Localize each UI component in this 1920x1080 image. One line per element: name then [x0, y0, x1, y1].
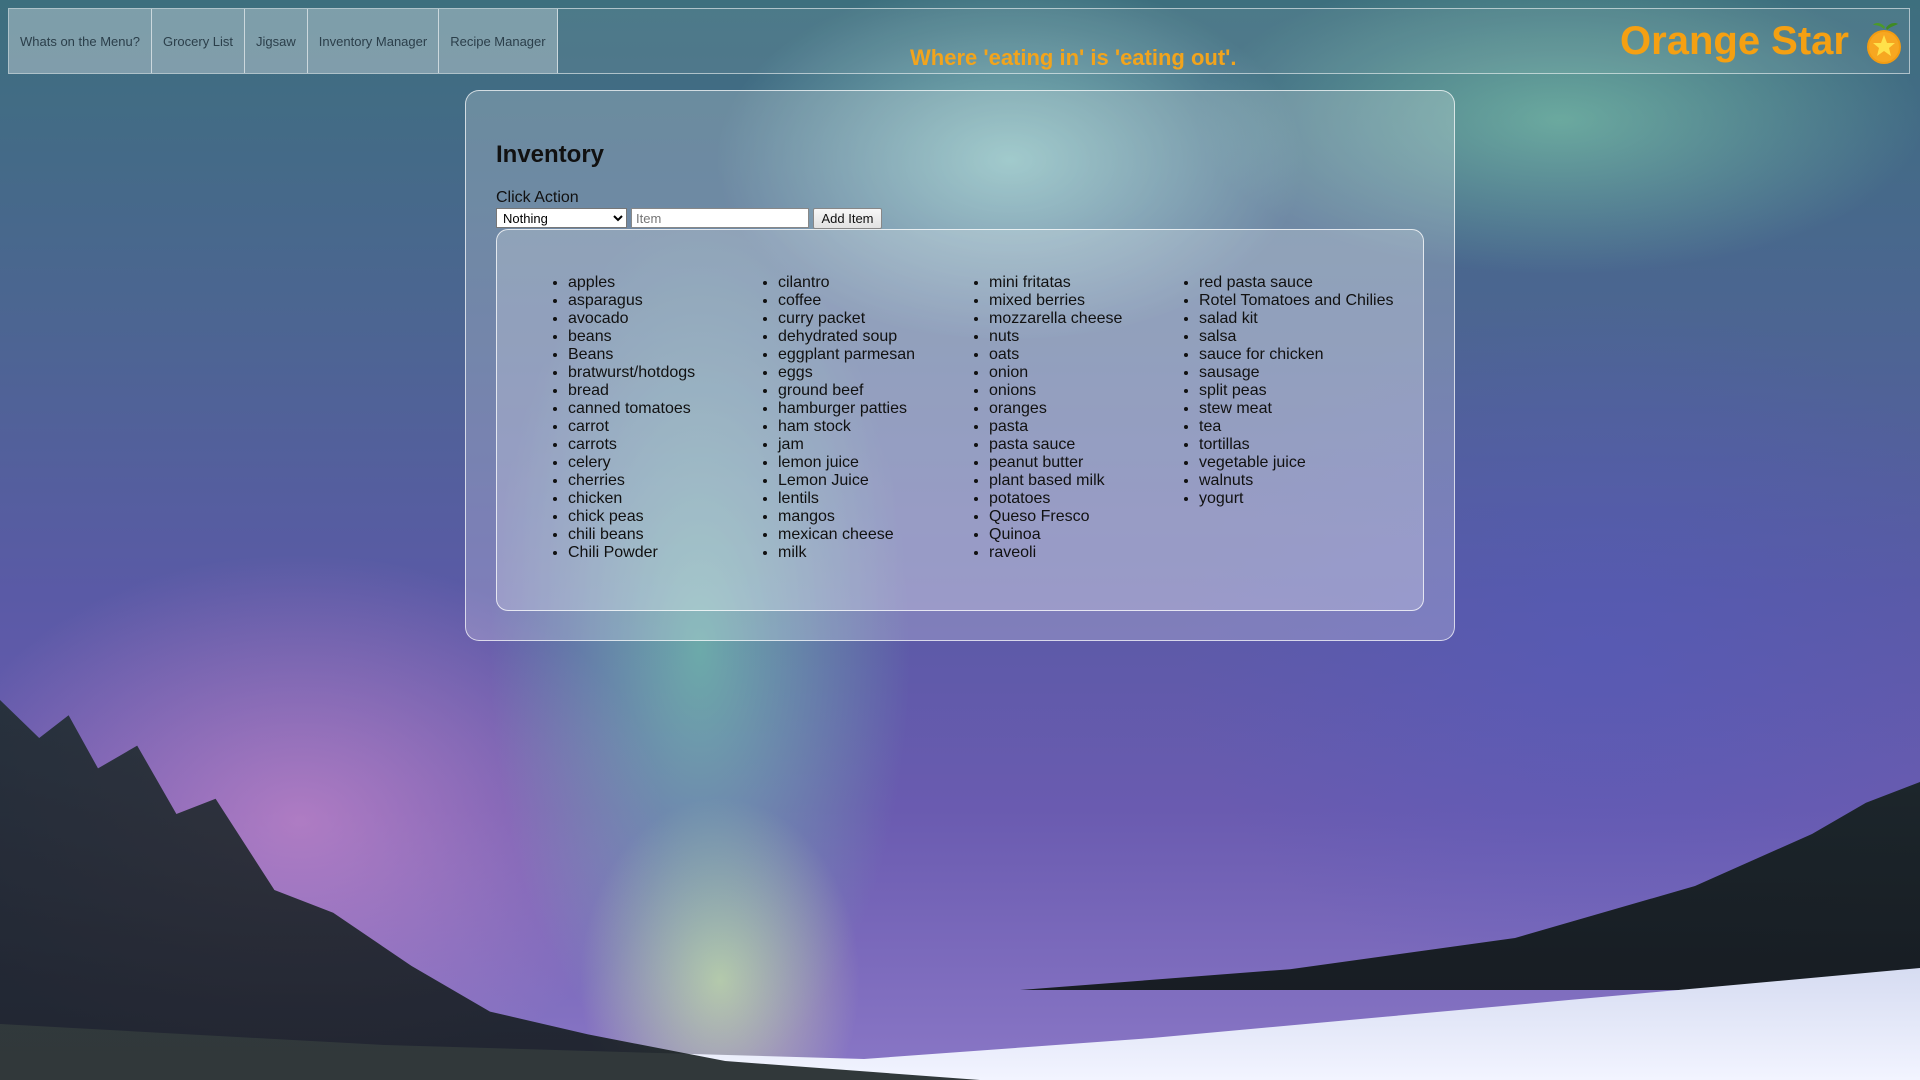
inventory-item[interactable]: onion — [989, 364, 1122, 382]
inventory-item[interactable]: peanut butter — [989, 454, 1122, 472]
inventory-item[interactable]: plant based milk — [989, 472, 1122, 490]
inventory-item[interactable]: hamburger patties — [778, 400, 915, 418]
inventory-item[interactable]: carrots — [568, 436, 695, 454]
inventory-column-2: cilantrocoffeecurry packetdehydrated sou… — [756, 274, 915, 562]
inventory-item[interactable]: apples — [568, 274, 695, 292]
inventory-item[interactable]: tortillas — [1199, 436, 1393, 454]
inventory-item[interactable]: ham stock — [778, 418, 915, 436]
inventory-item[interactable]: vegetable juice — [1199, 454, 1393, 472]
inventory-item[interactable]: Quinoa — [989, 526, 1122, 544]
inventory-panel: Inventory Click Action Nothing Add Item … — [465, 90, 1455, 641]
inventory-item[interactable]: chili beans — [568, 526, 695, 544]
inventory-item[interactable]: milk — [778, 544, 915, 562]
nav-whats-on-the-menu[interactable]: Whats on the Menu? — [9, 9, 152, 73]
inventory-item[interactable]: beans — [568, 328, 695, 346]
inventory-item[interactable]: yogurt — [1199, 490, 1393, 508]
background-treeline-left — [0, 700, 980, 1080]
inventory-item[interactable]: sauce for chicken — [1199, 346, 1393, 364]
inventory-item[interactable]: ground beef — [778, 382, 915, 400]
inventory-item[interactable]: canned tomatoes — [568, 400, 695, 418]
nav-recipe-manager[interactable]: Recipe Manager — [439, 9, 558, 73]
inventory-item[interactable]: walnuts — [1199, 472, 1393, 490]
inventory-list-box: applesasparagusavocadobeansBeansbratwurs… — [496, 229, 1424, 611]
inventory-item[interactable]: salsa — [1199, 328, 1393, 346]
inventory-item[interactable]: mixed berries — [989, 292, 1122, 310]
inventory-item[interactable]: asparagus — [568, 292, 695, 310]
page-title: Inventory — [496, 141, 605, 168]
nav-grocery-list[interactable]: Grocery List — [151, 9, 246, 73]
inventory-item[interactable]: cilantro — [778, 274, 915, 292]
inventory-item[interactable]: sausage — [1199, 364, 1393, 382]
inventory-item[interactable]: avocado — [568, 310, 695, 328]
inventory-item[interactable]: curry packet — [778, 310, 915, 328]
main-nav: Whats on the Menu? Grocery List Jigsaw I… — [9, 9, 558, 73]
inventory-item[interactable]: oats — [989, 346, 1122, 364]
inventory-item[interactable]: salad kit — [1199, 310, 1393, 328]
inventory-item[interactable]: tea — [1199, 418, 1393, 436]
site-tagline: Where 'eating in' is 'eating out'. — [910, 45, 1237, 70]
inventory-column-1: applesasparagusavocadobeansBeansbratwurs… — [546, 274, 695, 562]
inventory-item[interactable]: jam — [778, 436, 915, 454]
inventory-item[interactable]: Rotel Tomatoes and Chilies — [1199, 292, 1393, 310]
background-treeline-right — [1020, 782, 1920, 990]
inventory-item[interactable]: mexican cheese — [778, 526, 915, 544]
add-item-button[interactable]: Add Item — [813, 208, 882, 229]
inventory-item[interactable]: raveoli — [989, 544, 1122, 562]
inventory-item[interactable]: eggs — [778, 364, 915, 382]
inventory-item[interactable]: red pasta sauce — [1199, 274, 1393, 292]
inventory-item[interactable]: coffee — [778, 292, 915, 310]
inventory-item[interactable]: split peas — [1199, 382, 1393, 400]
click-action-label: Click Action — [496, 189, 579, 206]
top-bar: Whats on the Menu? Grocery List Jigsaw I… — [8, 8, 1910, 74]
inventory-item[interactable]: celery — [568, 454, 695, 472]
inventory-item[interactable]: Chili Powder — [568, 544, 695, 562]
inventory-item[interactable]: chick peas — [568, 508, 695, 526]
inventory-item[interactable]: pasta sauce — [989, 436, 1122, 454]
inventory-item[interactable]: mini fritatas — [989, 274, 1122, 292]
inventory-item[interactable]: carrot — [568, 418, 695, 436]
inventory-item[interactable]: mangos — [778, 508, 915, 526]
inventory-item[interactable]: lemon juice — [778, 454, 915, 472]
inventory-item[interactable]: lentils — [778, 490, 915, 508]
inventory-column-4: red pasta sauceRotel Tomatoes and Chilie… — [1177, 274, 1393, 508]
inventory-item[interactable]: onions — [989, 382, 1122, 400]
click-action-select[interactable]: Nothing — [496, 208, 627, 228]
nav-jigsaw[interactable]: Jigsaw — [245, 9, 308, 73]
inventory-item[interactable]: Lemon Juice — [778, 472, 915, 490]
inventory-item[interactable]: eggplant parmesan — [778, 346, 915, 364]
inventory-item[interactable]: Queso Fresco — [989, 508, 1122, 526]
inventory-item[interactable]: potatoes — [989, 490, 1122, 508]
inventory-item[interactable]: oranges — [989, 400, 1122, 418]
item-input[interactable] — [631, 208, 809, 228]
inventory-item[interactable]: Beans — [568, 346, 695, 364]
orange-star-icon — [1867, 22, 1901, 64]
inventory-item[interactable]: chicken — [568, 490, 695, 508]
nav-inventory-manager[interactable]: Inventory Manager — [307, 9, 440, 73]
inventory-item[interactable]: stew meat — [1199, 400, 1393, 418]
inventory-item[interactable]: pasta — [989, 418, 1122, 436]
inventory-item[interactable]: bratwurst/hotdogs — [568, 364, 695, 382]
inventory-item[interactable]: nuts — [989, 328, 1122, 346]
inventory-item[interactable]: cherries — [568, 472, 695, 490]
inventory-item[interactable]: mozzarella cheese — [989, 310, 1122, 328]
inventory-column-3: mini fritatasmixed berriesmozzarella che… — [967, 274, 1122, 562]
inventory-item[interactable]: bread — [568, 382, 695, 400]
inventory-item[interactable]: dehydrated soup — [778, 328, 915, 346]
site-brand: Orange Star — [1620, 19, 1849, 63]
